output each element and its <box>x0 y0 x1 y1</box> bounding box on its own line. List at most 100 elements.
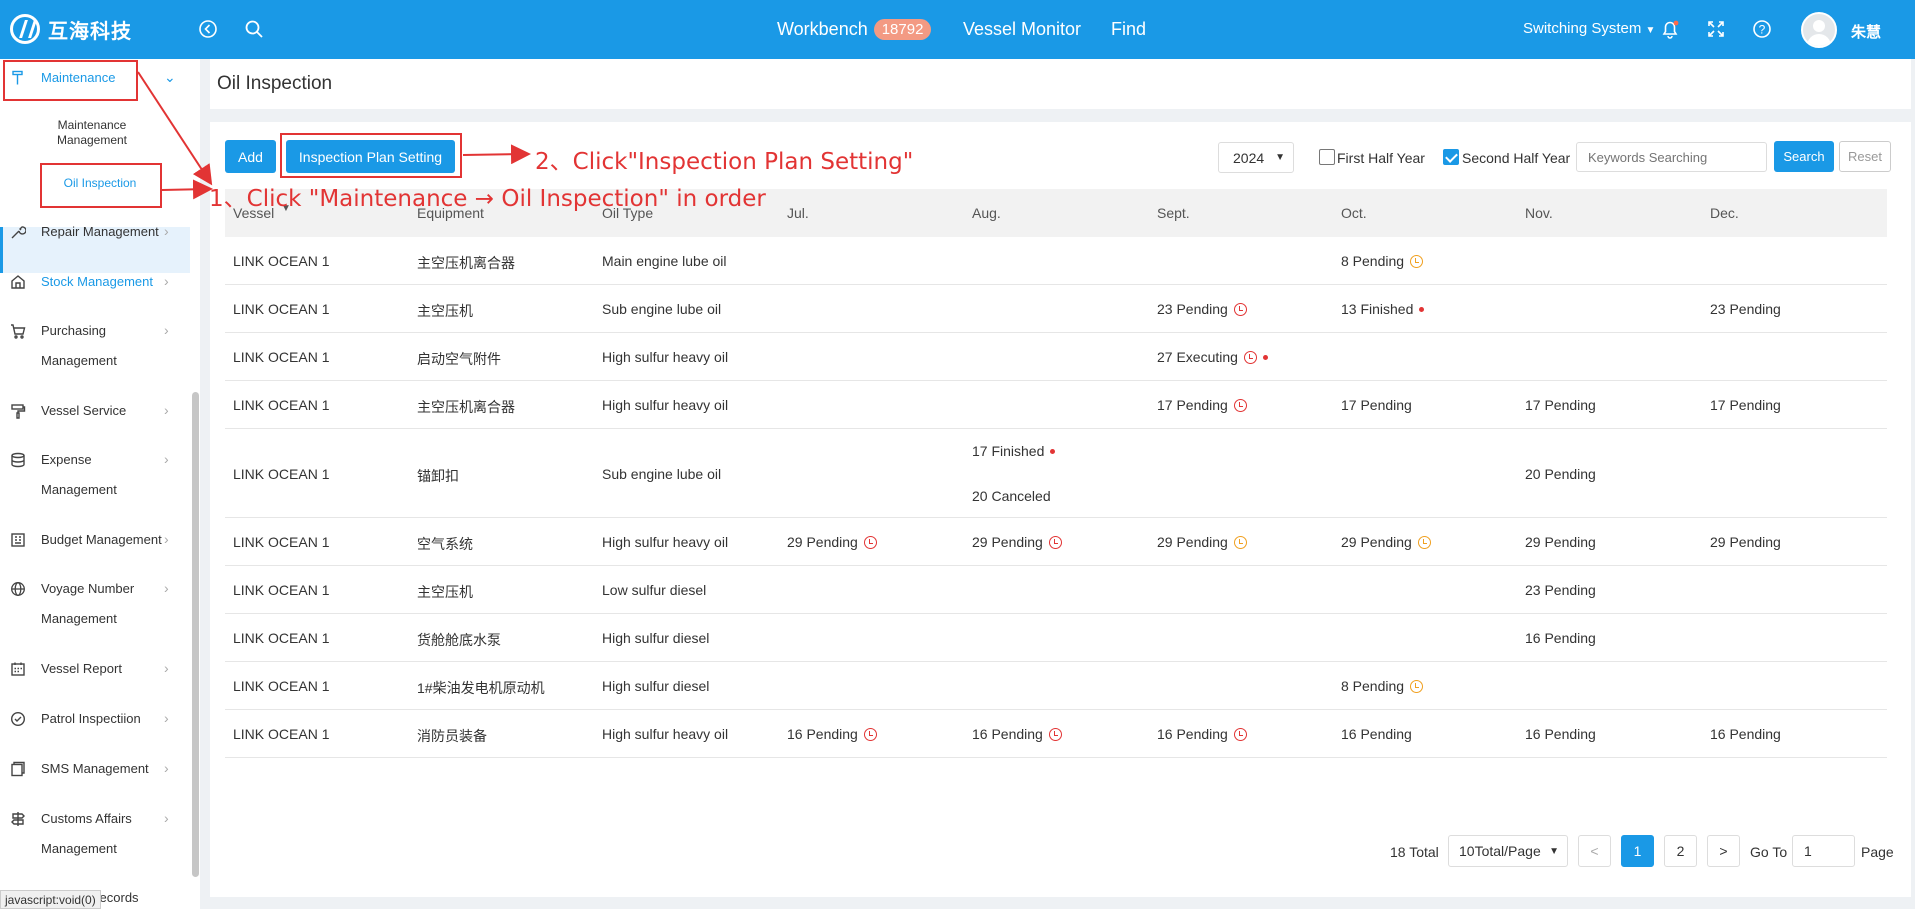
status-cell[interactable]: 16 Pending <box>787 726 877 742</box>
sidebar-item-vessel-service[interactable]: Vessel Service › <box>0 396 190 426</box>
column-header: Dec. <box>1710 205 1739 221</box>
status-cell[interactable]: 23 Pending <box>1710 301 1781 317</box>
sidebar-item-patrol[interactable]: Patrol Inspectiion › <box>0 704 190 734</box>
column-header: Aug. <box>972 205 1001 221</box>
cell-text: 1#柴油发电机原动机 <box>417 680 545 696</box>
status-cell[interactable]: 23 Pending <box>1157 301 1247 317</box>
cell-text: 16 Pending <box>787 726 858 742</box>
status-cell[interactable]: 8 Pending <box>1341 253 1424 269</box>
prev-page-button[interactable]: < <box>1578 835 1611 867</box>
chevron-down-icon: ▼ <box>1549 846 1559 857</box>
cell-text: 27 Executing <box>1157 349 1238 365</box>
status-cell[interactable]: 17 Pending <box>1525 397 1596 413</box>
sidebar-item-repair[interactable]: Repair Management › <box>0 217 190 247</box>
overdue-clock-icon <box>863 535 877 549</box>
second-half-label[interactable]: Second Half Year <box>1462 150 1570 166</box>
sidebar-item-voyage[interactable]: Voyage Number Management › <box>0 574 190 634</box>
status-cell[interactable]: 29 Pending <box>972 534 1062 550</box>
avatar[interactable] <box>1801 12 1837 48</box>
table-cell-equipment: 1#柴油发电机原动机 <box>417 678 545 698</box>
search-button[interactable]: Search <box>1774 141 1834 172</box>
sidebar-subitem-maintenance-management[interactable]: Maintenance Management <box>42 118 142 148</box>
sidebar-item-budget[interactable]: Budget Management › <box>0 525 190 555</box>
status-cell[interactable]: 20 Pending <box>1525 466 1596 482</box>
nav-workbench[interactable]: Workbench 18792 <box>777 0 932 59</box>
home-icon <box>9 273 27 291</box>
status-cell[interactable]: 29 Pending <box>787 534 877 550</box>
app-logo[interactable]: 互海科技 <box>10 12 132 46</box>
status-cell[interactable]: 16 Pending <box>1157 726 1247 742</box>
per-page-select[interactable]: 10Total/Page ▼ <box>1448 835 1568 867</box>
sidebar-scrollbar[interactable] <box>192 392 199 877</box>
cell-text: High sulfur diesel <box>602 630 710 646</box>
chevron-down-icon: ⌄ <box>164 69 176 85</box>
page-1-button[interactable]: 1 <box>1621 835 1654 867</box>
status-cell[interactable]: 17 Pending <box>1341 397 1412 413</box>
overdue-clock-icon <box>1233 727 1247 741</box>
status-cell[interactable]: 17 Pending <box>1157 397 1247 413</box>
cell-text: 23 Pending <box>1157 301 1228 317</box>
first-half-checkbox[interactable] <box>1319 149 1335 165</box>
keywords-search-input[interactable] <box>1576 142 1767 172</box>
cell-text: 主空压机离合器 <box>417 255 515 271</box>
cell-text: 货舱舱底水泵 <box>417 632 501 648</box>
cell-text: 启动空气附件 <box>417 351 501 367</box>
fullscreen-icon[interactable] <box>1704 17 1728 41</box>
chevron-right-icon: › <box>164 451 169 467</box>
overdue-clock-icon <box>1243 350 1257 364</box>
sidebar-item-expense[interactable]: Expense Management › <box>0 445 190 505</box>
username[interactable]: 朱慧 <box>1851 21 1881 42</box>
due-clock-icon <box>1410 254 1424 268</box>
reset-button[interactable]: Reset <box>1839 141 1891 172</box>
back-icon[interactable] <box>196 17 220 41</box>
switching-system-dropdown[interactable]: Switching System ▼ <box>1523 20 1655 37</box>
cell-text: 29 Pending <box>1525 534 1596 550</box>
sidebar-item-purchasing[interactable]: Purchasing Management › <box>0 316 190 376</box>
status-cell[interactable]: 16 Pending <box>972 726 1062 742</box>
cell-text: 16 Pending <box>1525 726 1596 742</box>
cell-text: 16 Pending <box>1157 726 1228 742</box>
bell-icon[interactable] <box>1658 17 1682 41</box>
status-cell[interactable]: 29 Pending <box>1525 534 1596 550</box>
sidebar-item-sms[interactable]: SMS Management › <box>0 754 190 784</box>
help-icon[interactable]: ? <box>1750 17 1774 41</box>
table-cell-equipment: 启动空气附件 <box>417 349 501 369</box>
sidebar-item-vessel-report[interactable]: Vessel Report › <box>0 654 190 684</box>
nav-find[interactable]: Find <box>1111 0 1146 59</box>
next-page-button[interactable]: > <box>1707 835 1740 867</box>
status-cell[interactable]: 29 Pending <box>1341 534 1431 550</box>
cell-text: High sulfur diesel <box>602 678 710 694</box>
cell-text: 空气系统 <box>417 536 473 552</box>
status-cell[interactable]: 16 Pending <box>1525 726 1596 742</box>
sidebar-item-label: Patrol Inspectiion <box>41 711 141 726</box>
status-cell[interactable]: 20 Canceled <box>972 488 1051 504</box>
goto-page-input[interactable] <box>1792 835 1855 867</box>
page-2-button[interactable]: 2 <box>1664 835 1697 867</box>
status-cell[interactable]: 16 Pending <box>1341 726 1412 742</box>
search-icon[interactable] <box>242 17 266 41</box>
cell-text: 29 Pending <box>787 534 858 550</box>
year-select[interactable]: 2024 ▼ <box>1218 142 1294 173</box>
table-cell-oil: High sulfur diesel <box>602 678 709 694</box>
nav-vessel-monitor[interactable]: Vessel Monitor <box>963 0 1081 59</box>
sidebar-item-label: Voyage Number <box>41 581 135 596</box>
logo-icon <box>10 14 40 44</box>
sidebar-item-stock[interactable]: Stock Management › <box>0 267 190 297</box>
table-cell-vessel: LINK OCEAN 1 <box>233 301 329 317</box>
status-cell[interactable]: 17 Finished <box>972 443 1056 459</box>
status-cell[interactable]: 13 Finished <box>1341 301 1425 317</box>
status-cell[interactable]: 16 Pending <box>1710 726 1781 742</box>
status-cell[interactable]: 17 Pending <box>1710 397 1781 413</box>
status-cell[interactable]: 16 Pending <box>1525 630 1596 646</box>
status-cell[interactable]: 23 Pending <box>1525 582 1596 598</box>
status-cell[interactable]: 29 Pending <box>1710 534 1781 550</box>
add-button[interactable]: Add <box>225 140 276 173</box>
check-circle-icon <box>9 710 27 728</box>
status-cell[interactable]: 27 Executing <box>1157 349 1268 365</box>
status-cell[interactable]: 8 Pending <box>1341 678 1424 694</box>
status-cell[interactable]: 29 Pending <box>1157 534 1247 550</box>
first-half-label[interactable]: First Half Year <box>1337 150 1425 166</box>
overdue-clock-icon <box>863 727 877 741</box>
sidebar-item-customs[interactable]: Customs Affairs Management › <box>0 804 190 864</box>
second-half-checkbox[interactable] <box>1443 149 1459 165</box>
